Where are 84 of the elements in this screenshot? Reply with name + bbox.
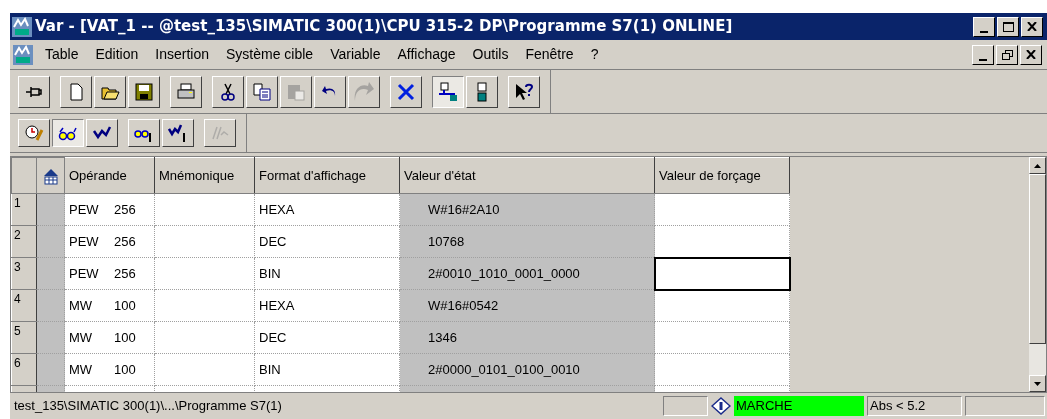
column-header[interactable]: Opérande (64, 157, 155, 194)
row-number[interactable]: 6 (11, 353, 37, 386)
restore-icon (1001, 49, 1013, 60)
up-triangle-icon (1034, 163, 1041, 168)
column-header[interactable]: Format d'affichage (254, 157, 400, 194)
force-value-cell[interactable] (654, 321, 790, 354)
row-number[interactable]: 3 (11, 257, 37, 290)
operand-area: MW (69, 295, 114, 316)
document-icon (13, 44, 33, 65)
status-value-cell: 2#0010_1010_0001_0000 (399, 257, 655, 290)
column-header[interactable]: Valeur d'état (399, 157, 655, 194)
operand-area: PEW (69, 231, 114, 252)
status-value-cell: W#16#2A10 (399, 193, 655, 226)
column-header[interactable]: Valeur de forçage (654, 157, 790, 194)
close-button[interactable] (1021, 16, 1043, 37)
minimize-button[interactable] (972, 44, 994, 65)
format-cell[interactable]: HEXA (254, 193, 400, 226)
help-pointer-icon (514, 81, 534, 102)
row-number[interactable]: 2 (11, 225, 37, 258)
copy-icon (252, 81, 272, 102)
menu-item[interactable]: ? (590, 44, 599, 65)
status-path: test_135\SIMATIC 300(1)\...\Programme S7(1) (13, 397, 283, 416)
close-icon (1026, 50, 1036, 59)
app-icon (12, 16, 32, 37)
operand-address: 100 (114, 360, 136, 379)
menu-item[interactable]: Fenêtre (525, 44, 574, 65)
minimize-button[interactable] (973, 16, 995, 37)
operand-area: MW (69, 359, 114, 380)
cross-icon (396, 81, 416, 102)
force-value-cell[interactable] (654, 289, 790, 322)
scrollbar[interactable] (1029, 157, 1046, 392)
row-number[interactable]: 5 (11, 321, 37, 354)
status-address: Abs < 5.2 (867, 396, 962, 416)
restore-button[interactable] (996, 44, 1018, 65)
menu-item[interactable]: Variable (330, 44, 381, 65)
menu-item[interactable]: Insertion (155, 44, 209, 65)
force-value-cell[interactable] (654, 353, 790, 386)
clock-pen-icon (24, 123, 44, 143)
info-diamond-icon (711, 397, 731, 415)
operand-address: 256 (114, 232, 136, 251)
operand-address: 256 (114, 200, 136, 219)
row-number[interactable]: 1 (11, 193, 37, 226)
operand-address: 100 (114, 328, 136, 347)
table-select-icon[interactable] (41, 166, 60, 185)
menu-item[interactable]: Affichage (397, 44, 456, 65)
operand-address: 256 (114, 264, 136, 283)
operand-area: MW (69, 327, 114, 348)
down-triangle-icon (1034, 381, 1041, 386)
close-icon (1027, 22, 1037, 31)
zigzag-bar-icon (168, 123, 188, 143)
status-value-cell: 2#0000_0101_0100_0010 (399, 353, 655, 386)
scissors-icon (218, 81, 238, 102)
scroll-thumb[interactable] (1029, 174, 1046, 344)
status-value-cell: 10768 (399, 225, 655, 258)
status-mode: MARCHE (734, 396, 864, 416)
toolbar-button[interactable] (52, 119, 84, 147)
status-value-cell: W#16#0542 (399, 289, 655, 322)
close-button[interactable] (1020, 44, 1042, 65)
format-cell[interactable]: DEC (254, 321, 400, 354)
operand-area: PEW (69, 199, 114, 220)
status-panel (663, 396, 708, 416)
menu-item[interactable]: Outils (472, 44, 509, 65)
network-node-icon (438, 81, 458, 102)
window-title: Var - [VAT_1 -- @test_135\SIMATIC 300(1)\CPU 315-2 DP\Programme S7(1) ONLINE] (35, 16, 733, 38)
printer-icon (176, 81, 196, 102)
operand-address: 100 (114, 296, 136, 315)
scroll-up-button[interactable] (1029, 157, 1046, 174)
toolbar-button[interactable] (432, 75, 464, 108)
menu-item[interactable]: Système cible (226, 44, 314, 65)
format-cell[interactable]: DEC (254, 225, 400, 258)
force-value-cell[interactable] (654, 257, 790, 290)
force-value-cell[interactable] (654, 225, 790, 258)
menu-item[interactable]: Table (45, 44, 79, 65)
status-value-cell: 1346 (399, 321, 655, 354)
operand-area: PEW (69, 263, 114, 284)
scroll-down-button[interactable] (1029, 375, 1046, 392)
menu-item[interactable]: Edition (95, 44, 139, 65)
format-cell[interactable]: HEXA (254, 289, 400, 322)
force-value-cell[interactable] (654, 193, 790, 226)
format-cell[interactable]: BIN (254, 257, 400, 290)
column-header[interactable]: Mnémonique (154, 157, 255, 194)
row-number[interactable]: 4 (11, 289, 37, 322)
format-cell[interactable]: BIN (254, 353, 400, 386)
maximize-button[interactable] (997, 16, 1019, 37)
